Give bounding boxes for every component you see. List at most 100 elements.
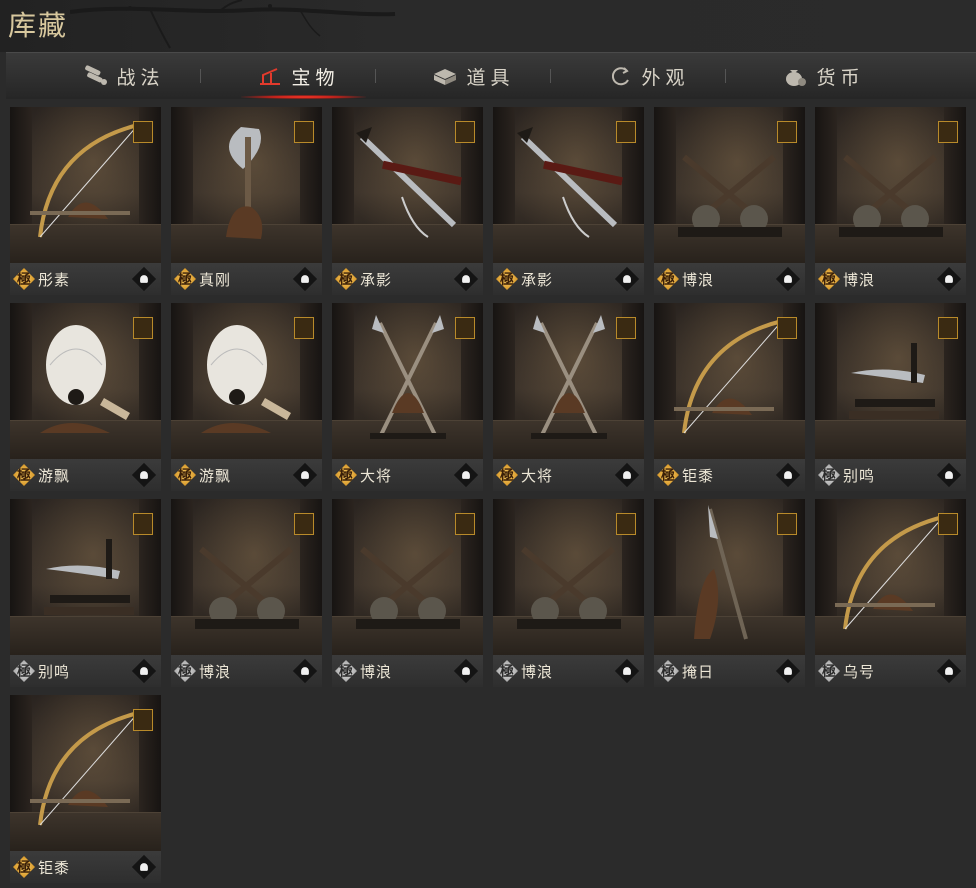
treasure-footer: 極 博浪 [654, 263, 805, 295]
owner-badge-icon[interactable] [936, 462, 962, 488]
quality-badge-icon: 極 [335, 464, 357, 486]
treasure-card[interactable]: 極 钜黍 [654, 303, 805, 491]
grade-tag-icon [133, 121, 153, 143]
treasure-card[interactable]: 極 大将 [493, 303, 644, 491]
tab-treasures[interactable]: 宝物 [211, 53, 386, 99]
treasure-name: 博浪 [199, 663, 232, 681]
treasure-footer: 極 钜黍 [654, 459, 805, 491]
treasure-card[interactable]: 極 游飘 [171, 303, 322, 491]
grade-tag-icon [294, 513, 314, 535]
grade-tag-icon [616, 121, 636, 143]
owner-badge-icon[interactable] [292, 462, 318, 488]
treasure-scene [493, 107, 644, 263]
owner-badge-icon[interactable] [131, 266, 157, 292]
owner-badge-icon[interactable] [614, 462, 640, 488]
treasure-card[interactable]: 極 博浪 [654, 107, 805, 295]
owner-badge-icon[interactable] [131, 854, 157, 880]
tab-appearance[interactable]: 外观 [561, 53, 736, 99]
treasure-card[interactable]: 極 承影 [493, 107, 644, 295]
treasure-footer: 極 承影 [332, 263, 483, 295]
treasure-card[interactable]: 極 博浪 [493, 499, 644, 687]
owner-badge-icon[interactable] [453, 462, 479, 488]
treasure-footer: 極 大将 [332, 459, 483, 491]
quality-badge-icon: 極 [174, 464, 196, 486]
treasure-footer: 極 掩日 [654, 655, 805, 687]
treasure-name: 别鸣 [843, 467, 876, 485]
grade-tag-icon [133, 317, 153, 339]
quality-badge-icon: 極 [13, 268, 35, 290]
quality-badge-icon: 極 [818, 660, 840, 682]
treasure-card[interactable]: 極 真刚 [171, 107, 322, 295]
treasure-scene [815, 499, 966, 655]
treasure-name: 承影 [521, 271, 554, 289]
grade-tag-icon [616, 513, 636, 535]
quality-badge-icon: 極 [657, 464, 679, 486]
treasure-footer: 極 博浪 [815, 263, 966, 295]
owner-badge-icon[interactable] [453, 658, 479, 684]
quality-badge-icon: 極 [496, 464, 518, 486]
quality-badge-icon: 極 [818, 268, 840, 290]
category-tabbar: 战法 宝物 道具 外观 货币 [6, 52, 976, 99]
treasure-name: 真刚 [199, 271, 232, 289]
owner-badge-icon[interactable] [936, 658, 962, 684]
owner-badge-icon[interactable] [614, 658, 640, 684]
treasure-name: 乌号 [843, 663, 876, 681]
owner-badge-icon[interactable] [614, 266, 640, 292]
treasure-scene [493, 303, 644, 459]
tab-divider [375, 69, 376, 83]
treasure-scene [332, 303, 483, 459]
treasure-card[interactable]: 極 博浪 [171, 499, 322, 687]
treasure-name: 彤素 [38, 271, 71, 289]
treasure-name: 博浪 [521, 663, 554, 681]
quality-badge-icon: 極 [335, 660, 357, 682]
owner-badge-icon[interactable] [775, 658, 801, 684]
owner-badge-icon[interactable] [936, 266, 962, 292]
treasure-scene [493, 499, 644, 655]
owner-badge-icon[interactable] [775, 462, 801, 488]
treasure-card[interactable]: 極 别鸣 [815, 303, 966, 491]
tab-divider [725, 69, 726, 83]
treasure-scene [10, 303, 161, 459]
treasure-card[interactable]: 極 大将 [332, 303, 483, 491]
grade-tag-icon [938, 317, 958, 339]
owner-badge-icon[interactable] [131, 658, 157, 684]
treasure-footer: 極 钜黍 [10, 851, 161, 883]
treasure-card[interactable]: 極 承影 [332, 107, 483, 295]
treasure-name: 博浪 [682, 271, 715, 289]
treasure-card[interactable]: 極 掩日 [654, 499, 805, 687]
quality-badge-icon: 極 [335, 268, 357, 290]
treasure-card[interactable]: 極 博浪 [332, 499, 483, 687]
owner-badge-icon[interactable] [292, 266, 318, 292]
treasure-scene [654, 107, 805, 263]
treasure-footer: 極 别鸣 [10, 655, 161, 687]
owner-badge-icon[interactable] [453, 266, 479, 292]
treasure-footer: 極 游飘 [171, 459, 322, 491]
treasure-card[interactable]: 極 彤素 [10, 107, 161, 295]
treasure-card[interactable]: 極 乌号 [815, 499, 966, 687]
treasure-scene [10, 695, 161, 851]
grade-tag-icon [455, 513, 475, 535]
treasure-card[interactable]: 極 游飘 [10, 303, 161, 491]
tab-label: 宝物 [291, 66, 340, 89]
quality-badge-icon: 極 [174, 660, 196, 682]
treasure-scene [654, 499, 805, 655]
grade-tag-icon [455, 121, 475, 143]
quality-badge-icon: 極 [13, 660, 35, 682]
tab-props[interactable]: 道具 [386, 53, 561, 99]
treasure-stand-icon [257, 65, 283, 87]
treasure-card[interactable]: 極 博浪 [815, 107, 966, 295]
owner-badge-icon[interactable] [292, 658, 318, 684]
grade-tag-icon [455, 317, 475, 339]
tab-label: 货币 [816, 66, 865, 89]
treasure-card[interactable]: 極 别鸣 [10, 499, 161, 687]
grade-tag-icon [616, 317, 636, 339]
owner-badge-icon[interactable] [131, 462, 157, 488]
quality-badge-icon: 極 [657, 268, 679, 290]
owner-badge-icon[interactable] [775, 266, 801, 292]
tab-tactics[interactable]: 战法 [36, 53, 211, 99]
treasure-card[interactable]: 極 钜黍 [10, 695, 161, 883]
tab-currency[interactable]: 货币 [736, 53, 911, 99]
grade-tag-icon [777, 121, 797, 143]
tab-divider [550, 69, 551, 83]
treasure-footer: 極 彤素 [10, 263, 161, 295]
